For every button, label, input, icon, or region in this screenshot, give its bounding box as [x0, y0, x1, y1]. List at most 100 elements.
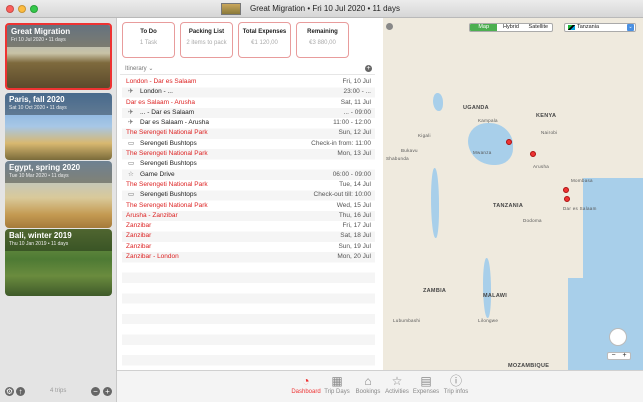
itinerary-day-row[interactable]: Arusha - Zanzibar Thu, 16 Jul — [122, 211, 375, 221]
add-trip-button[interactable]: + — [103, 387, 112, 396]
map-pin-dar-es-salaam[interactable] — [564, 196, 570, 202]
bottom-tab-bar: ◔ Dashboard ▦ Trip Days ⌂ Bookings ☆ Act… — [117, 370, 643, 402]
itinerary-day-row[interactable]: The Serengeti National Park Wed, 15 Jul — [122, 201, 375, 211]
remove-trip-button[interactable]: − — [91, 387, 100, 396]
map-pin-serengeti[interactable] — [506, 139, 512, 145]
bed-icon: ▭ — [128, 191, 135, 199]
map-label-mwanza: Mwanza — [473, 150, 492, 155]
map-label-lubumbashi: Lubumbashi — [393, 318, 421, 323]
itinerary-item-row[interactable]: ✈ London - ... 23:00 - ... — [122, 87, 375, 97]
trip-card-egypt[interactable]: Egypt, spring 2020 Tue 10 Mar 2020 • 11 … — [5, 161, 112, 228]
close-map-button[interactable] — [386, 23, 393, 30]
todo-card[interactable]: To Do 1 Task — [122, 22, 175, 58]
bed-icon: ▭ — [128, 160, 135, 168]
close-window-button[interactable] — [6, 5, 14, 13]
itinerary-item-row[interactable]: ▭ Serengeti Bushtops — [122, 159, 375, 169]
map-label-kigali: Kigali — [418, 133, 431, 138]
minimize-window-button[interactable] — [18, 5, 26, 13]
map-label-zambia: ZAMBIA — [423, 288, 447, 294]
trip-name: Paris, fall 2020 — [9, 95, 65, 104]
bed-icon: ▭ — [128, 139, 135, 147]
trip-dates: Tue 10 Mar 2020 • 11 days — [9, 173, 69, 179]
sidebar-footer: ⚙ ↑ 4 trips − + — [0, 382, 117, 402]
itinerary-day-row[interactable]: The Serengeti National Park Mon, 13 Jul — [122, 149, 375, 159]
itinerary-day-row[interactable]: Zanzibar - London Mon, 20 Jul — [122, 252, 375, 262]
trip-name: Great Migration — [11, 27, 71, 36]
card-value: €1 120,00 — [251, 40, 278, 46]
lake-albert — [433, 93, 443, 111]
trip-dates: Thu 10 Jan 2019 • 11 days — [9, 241, 69, 247]
chevron-down-icon: ⌄ — [148, 66, 154, 72]
map-label-tanzania: TANZANIA — [493, 203, 524, 209]
map-type-map[interactable]: Map — [470, 24, 498, 31]
tanzania-flag-icon — [568, 25, 575, 30]
map-type-satellite[interactable]: Satellite — [525, 24, 552, 31]
trip-thumbnail — [221, 3, 241, 15]
trip-card-bali[interactable]: Bali, winter 2019 Thu 10 Jan 2019 • 11 d… — [5, 229, 112, 296]
chevron-down-icon: ⌄ — [627, 24, 634, 31]
itinerary-item-row[interactable]: ✈ ... - Dar es Salaam ... - 09:00 — [122, 108, 375, 118]
trip-dates: Sat 10 Oct 2020 • 11 days — [9, 105, 67, 111]
star-icon: ☆ — [128, 170, 134, 178]
map-type-hybrid[interactable]: Hybrid — [497, 24, 524, 31]
lake-tanganyika — [431, 168, 439, 238]
map-type-selector[interactable]: Map Hybrid Satellite — [469, 23, 553, 32]
itinerary-list: London - Dar es Salaam Fri, 10 Jul ✈ Lon… — [122, 77, 375, 397]
itinerary-day-row[interactable]: Zanzibar Sun, 19 Jul — [122, 242, 375, 252]
itinerary-item-row[interactable]: ▭ Serengeti Bushtops Check-in from: 11:0… — [122, 139, 375, 149]
itinerary-item-row[interactable]: ▭ Serengeti Bushtops Check-out till: 10:… — [122, 190, 375, 200]
itinerary-item-row[interactable]: ☆ Game Drive 06:00 - 09:00 — [122, 170, 375, 180]
window-title: Great Migration • Fri 10 Jul 2020 • 11 d… — [250, 4, 400, 13]
map-label-dar-es-salaam: Dar es Salaam — [563, 206, 597, 211]
map-label-mozambique: MOZAMBIQUE — [508, 363, 550, 369]
itinerary-day-row[interactable]: The Serengeti National Park Sun, 12 Jul — [122, 128, 375, 138]
map-label-shabunda: Shabunda — [386, 156, 409, 161]
info-icon: ⓘ — [449, 374, 462, 388]
zoom-out-button[interactable]: − — [608, 352, 619, 359]
card-value: €3 880,00 — [309, 40, 336, 46]
trips-sidebar: Great Migration Fri 10 Jul 2020 • 11 day… — [0, 18, 117, 402]
card-value: 2 items to pack — [186, 40, 227, 46]
plane-icon: ✈ — [128, 108, 134, 116]
map-zoom-controls[interactable]: − + — [607, 352, 631, 360]
map-label-uganda: UGANDA — [463, 105, 489, 111]
map-label-mombasa: Mombasa — [571, 178, 593, 183]
itinerary-day-row[interactable]: Zanzibar Fri, 17 Jul — [122, 221, 375, 231]
share-icon[interactable]: ↑ — [16, 387, 25, 396]
map-pin-zanzibar[interactable] — [563, 187, 569, 193]
country-select[interactable]: Tanzania ⌄ — [564, 23, 636, 32]
map-label-arusha: Arusha — [533, 164, 550, 169]
trips-count: 4 trips — [50, 388, 67, 394]
map-pin-arusha[interactable] — [530, 151, 536, 157]
plane-icon: ✈ — [128, 119, 134, 127]
total-expenses-card[interactable]: Total Expenses €1 120,00 — [238, 22, 291, 58]
window-controls — [6, 5, 38, 13]
card-title: Remaining — [307, 29, 338, 35]
trip-card-paris[interactable]: Paris, fall 2020 Sat 10 Oct 2020 • 11 da… — [5, 93, 112, 160]
compass-icon[interactable] — [609, 328, 627, 346]
plane-icon: ✈ — [128, 88, 134, 96]
packing-list-card[interactable]: Packing List 2 items to pack — [180, 22, 233, 58]
trip-name: Egypt, spring 2020 — [9, 163, 81, 172]
card-title: To Do — [140, 29, 157, 35]
trip-card-great-migration[interactable]: Great Migration Fri 10 Jul 2020 • 11 day… — [5, 23, 112, 90]
zoom-in-button[interactable]: + — [619, 352, 630, 359]
remaining-card[interactable]: Remaining €3 880,00 — [296, 22, 349, 58]
itinerary-header[interactable]: Itinerary ⌄ + — [120, 63, 375, 75]
itinerary-item-row[interactable]: ✈ Dar es Salaam - Arusha 11:00 - 12:00 — [122, 118, 375, 128]
trip-dates: Fri 10 Jul 2020 • 11 days — [11, 37, 66, 43]
map-label-nairobi: Nairobi — [541, 130, 558, 135]
trip-map[interactable]: Map Hybrid Satellite Tanzania ⌄ UGANDA K… — [383, 18, 643, 370]
tab-trip-infos[interactable]: ⓘ Trip infos — [436, 373, 476, 395]
itinerary-day-row[interactable]: Zanzibar Sat, 18 Jul — [122, 231, 375, 241]
zoom-window-button[interactable] — [30, 5, 38, 13]
title-bar: Great Migration • Fri 10 Jul 2020 • 11 d… — [0, 0, 643, 18]
trip-name: Bali, winter 2019 — [9, 231, 72, 240]
itinerary-day-row[interactable]: Dar es Salaam - Arusha Sat, 11 Jul — [122, 98, 375, 108]
add-itinerary-item-button[interactable]: + — [365, 65, 372, 72]
lake-malawi — [483, 258, 491, 318]
itinerary-day-row[interactable]: London - Dar es Salaam Fri, 10 Jul — [122, 77, 375, 87]
itinerary-day-row[interactable]: The Serengeti National Park Tue, 14 Jul — [122, 180, 375, 190]
card-value: 1 Task — [139, 40, 158, 46]
settings-icon[interactable]: ⚙ — [5, 387, 14, 396]
